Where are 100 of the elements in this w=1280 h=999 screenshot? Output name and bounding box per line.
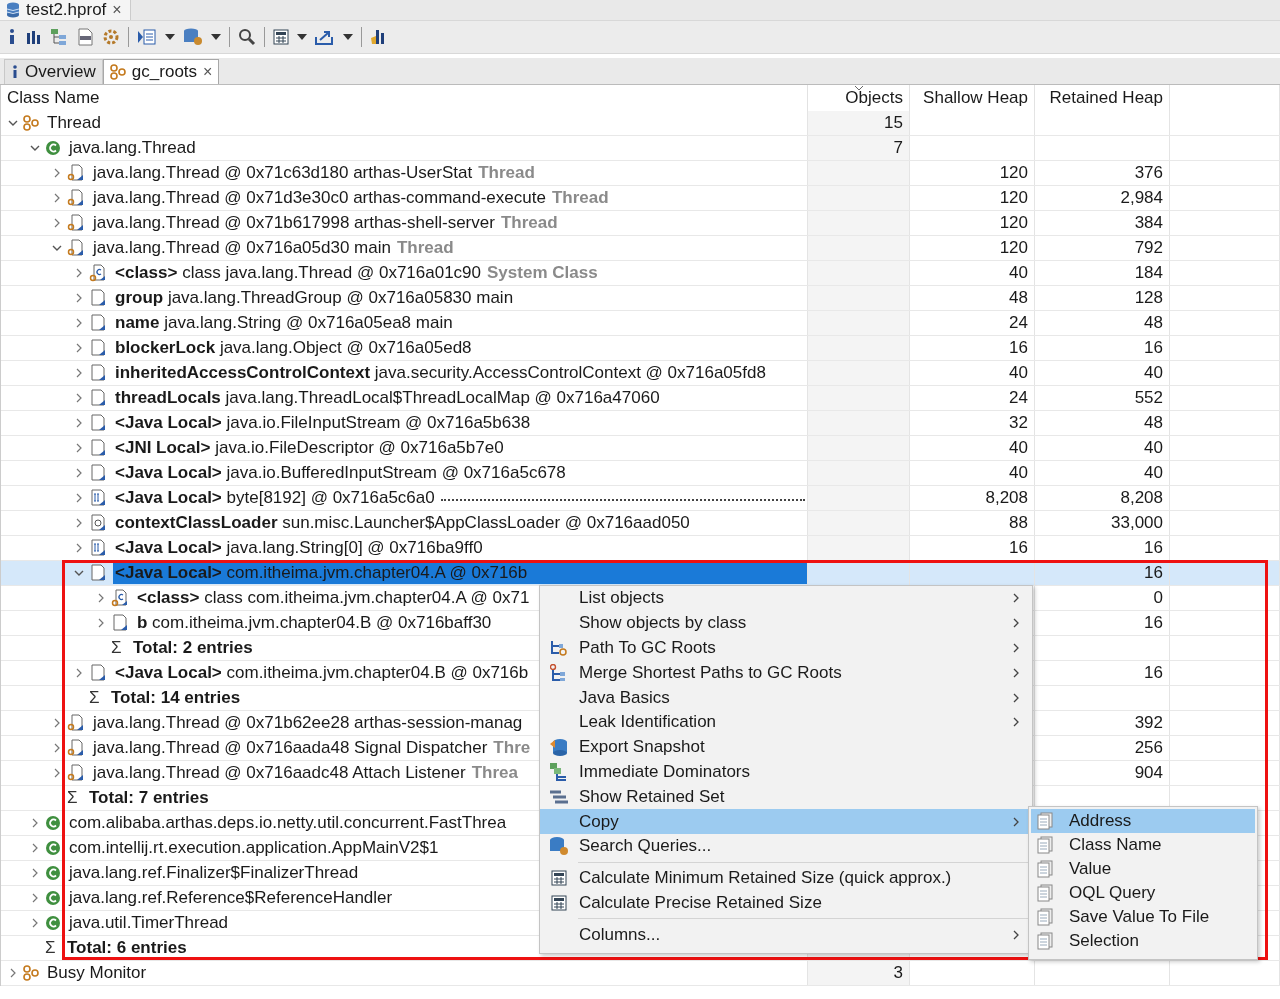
tree-row[interactable]: <Java Local> java.io.BufferedInputStream @ 0x716a5c678 40 40 — [1, 461, 1280, 486]
tree-row[interactable]: <Java Local> java.lang.String[0] @ 0x716ba9ff0 16 16 — [1, 536, 1280, 561]
class-icon — [45, 840, 61, 856]
tree-label: Busy Monitor — [47, 963, 147, 983]
table-cell: 904 — [1134, 763, 1163, 783]
database-icon — [549, 737, 569, 758]
menu-item[interactable]: Path To GC Roots — [540, 635, 1032, 661]
menu-item[interactable]: Selection — [1031, 929, 1255, 953]
column-header[interactable]: Retained Heap — [1035, 85, 1170, 111]
tree-row[interactable]: <class> class java.lang.Thread @ 0x716a01c90 System Class 40 184 — [1, 261, 1280, 286]
caret-icon[interactable] — [343, 34, 353, 40]
menu-item[interactable]: Value — [1031, 857, 1255, 881]
object-icon — [67, 764, 85, 782]
tree-label: java.lang.Thread @ 0x716a05d30 main — [93, 238, 391, 258]
menu-item[interactable]: Leak Identification — [540, 710, 1032, 735]
caret-icon[interactable] — [297, 34, 307, 40]
table-cell: 16 — [1144, 538, 1163, 558]
array-icon — [89, 539, 107, 557]
caret-icon[interactable] — [165, 34, 175, 40]
table-cell: 32 — [1009, 413, 1028, 433]
table-cell: 40 — [1009, 463, 1028, 483]
tree-row[interactable]: <JNI Local> java.io.FileDescriptor @ 0x716a5b7e0 40 40 — [1, 436, 1280, 461]
menu-item[interactable]: Calculate Precise Retained Size — [540, 890, 1032, 916]
table-cell: 16 — [1144, 563, 1163, 583]
tree-icon[interactable] — [50, 28, 68, 46]
export-icon[interactable] — [315, 29, 335, 45]
menu-item[interactable]: Merge Shortest Paths to GC Roots — [540, 660, 1032, 686]
table-cell: 16 — [1144, 613, 1163, 633]
menu-item[interactable]: List objects — [540, 586, 1032, 611]
editor-tab[interactable]: test2.hprof × — [0, 0, 131, 20]
tree-label: java.lang.Thread @ 0x716aada48 Signal Dispatcher — [93, 738, 488, 758]
tree-row[interactable]: Busy Monitor 3 — [1, 961, 1280, 986]
table-cell: 0 — [1153, 588, 1163, 608]
caret-icon[interactable] — [211, 34, 221, 40]
document-icon — [1037, 932, 1053, 950]
menu-item[interactable]: Java Basics — [540, 685, 1032, 710]
column-header[interactable]: Shallow Heap — [910, 85, 1035, 111]
type-note: System Class — [487, 263, 598, 283]
close-button[interactable]: × — [112, 1, 122, 19]
object-icon — [89, 564, 107, 582]
menu-item[interactable]: Address — [1031, 809, 1255, 833]
column-header[interactable]: Class Name — [1, 85, 808, 111]
tab-label: gc_roots — [131, 62, 198, 82]
tree-row[interactable]: java.lang.Thread @ 0x71d3e30c0 arthas-command-execute Thread 120 2,984 — [1, 186, 1280, 211]
list-icon[interactable] — [137, 28, 157, 46]
menu-item[interactable]: Show Retained Set — [540, 784, 1032, 810]
tree-row[interactable]: java.lang.Thread @ 0x716a05d30 main Thread 120 792 — [1, 236, 1280, 261]
menu-item[interactable]: Show objects by class — [540, 610, 1032, 636]
tree-row[interactable]: <Java Local> byte[8192] @ 0x716a5c6a0 8,208 8,208 — [1, 486, 1280, 511]
tree-path-icon — [550, 640, 568, 656]
menu-item[interactable]: Calculate Minimum Retained Size (quick approx.) — [540, 865, 1032, 891]
table-cell: 120 — [999, 213, 1028, 233]
tree-row[interactable]: inheritedAccessControlContext java.security.AccessControlContext @ 0x716a05fd8 40 40 — [1, 361, 1280, 386]
object-icon — [67, 189, 85, 207]
menu-item[interactable]: Immediate Dominators — [540, 759, 1032, 785]
menu-item[interactable]: Save Value To File — [1031, 905, 1255, 929]
menu-item[interactable]: Columns... — [540, 922, 1032, 948]
document-icon — [1037, 812, 1053, 830]
menu-item[interactable]: Class Name — [1031, 833, 1255, 857]
menu-item[interactable]: Search Queries... — [540, 833, 1032, 859]
object-icon — [89, 414, 107, 432]
menu-item[interactable]: Export Snapshot — [540, 734, 1032, 760]
menu-item[interactable]: OQL Query — [1031, 881, 1255, 905]
tree-row[interactable]: Thread 15 — [1, 111, 1280, 136]
tree-row[interactable]: name java.lang.String @ 0x716a05ea8 main 24 48 — [1, 311, 1280, 336]
bar-chart-icon[interactable] — [26, 29, 42, 45]
table-cell: 792 — [1134, 238, 1163, 258]
type-note: Thread — [396, 238, 454, 258]
close-button[interactable]: × — [203, 63, 213, 81]
tree-row[interactable]: <Java Local> java.io.FileInputStream @ 0x716a5b638 32 48 — [1, 411, 1280, 436]
type-note: Threa — [471, 763, 518, 783]
table-cell: 40 — [1144, 463, 1163, 483]
database-icon[interactable] — [183, 28, 203, 46]
tree-row[interactable]: blockerLock java.lang.Object @ 0x716a05ed8 16 16 — [1, 336, 1280, 361]
sigma-icon: Σ — [89, 688, 111, 708]
calculator-icon[interactable] — [273, 29, 289, 45]
table-cell: 2,984 — [1120, 188, 1163, 208]
tree-label: group java.lang.ThreadGroup @ 0x716a05830 main — [115, 288, 514, 308]
gear-icon[interactable] — [102, 28, 120, 46]
type-note: Thread — [500, 213, 558, 233]
view-tab[interactable]: gc_roots × — [102, 59, 220, 84]
tree-row[interactable]: contextClassLoader sun.misc.Launcher$AppClassLoader @ 0x716aad050 88 33,000 — [1, 511, 1280, 536]
tree-label: java.lang.ref.Reference$ReferenceHandler — [69, 888, 393, 908]
tree-path-icon — [550, 663, 568, 682]
table-cell: 24 — [1009, 388, 1028, 408]
tree-row[interactable]: java.lang.Thread 7 — [1, 136, 1280, 161]
circles-icon — [23, 115, 39, 131]
tree-label: <Java Local> java.io.FileInputStream @ 0x716a5b638 — [115, 413, 531, 433]
tree-label: java.lang.Thread @ 0x71c63d180 arthas-UserStat — [93, 163, 473, 183]
document-icon — [1037, 908, 1053, 926]
view-tab[interactable]: Overview — [4, 59, 103, 84]
tree-row[interactable]: java.lang.Thread @ 0x71c63d180 arthas-UserStat Thread 120 376 — [1, 161, 1280, 186]
tree-label: <Java Local> java.io.BufferedInputStream @ 0x716a5c678 — [115, 463, 566, 483]
tree-row[interactable]: group java.lang.ThreadGroup @ 0x716a05830 main 48 128 — [1, 286, 1280, 311]
tree-row[interactable]: threadLocals java.lang.ThreadLocal$ThreadLocalMap @ 0x716a47060 24 552 — [1, 386, 1280, 411]
table-cell: 376 — [1134, 163, 1163, 183]
search-icon[interactable] — [238, 28, 256, 46]
tree-row[interactable]: java.lang.Thread @ 0x71b617998 arthas-shell-server Thread 120 384 — [1, 211, 1280, 236]
circles-icon — [109, 64, 126, 80]
tree-label: threadLocals java.lang.ThreadLocal$ThreadLocalMap @ 0x716a47060 — [115, 388, 660, 408]
